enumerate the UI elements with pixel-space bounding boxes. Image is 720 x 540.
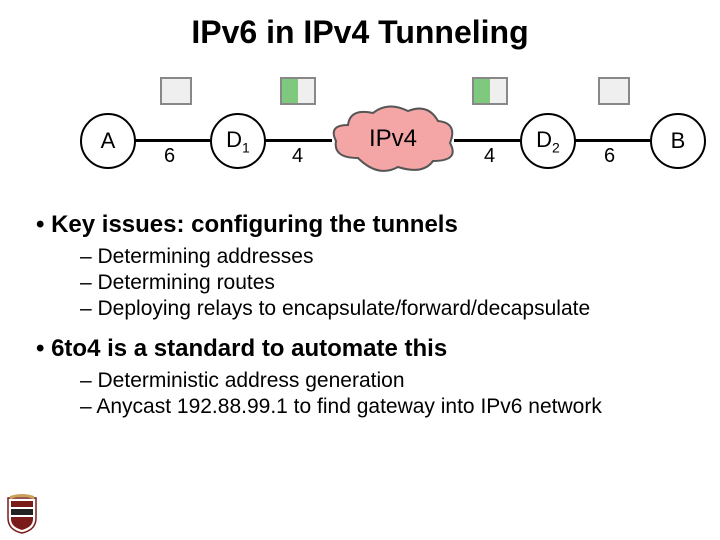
page-title: IPv6 in IPv4 Tunneling (30, 14, 690, 51)
node-a: A (80, 113, 136, 169)
sub-bullet: Determining routes (80, 271, 690, 295)
sub-bullet: Deploying relays to encapsulate/forward/… (80, 297, 690, 321)
sub-bullet-list: Deterministic address generation Anycast… (80, 369, 690, 419)
link-label: 4 (292, 145, 303, 168)
sub-bullet: Determining addresses (80, 245, 690, 269)
bullet-main: 6to4 is a standard to automate this (36, 335, 447, 362)
link-label: 6 (164, 145, 175, 168)
node-label: B (671, 128, 686, 154)
tunnel-diagram: A D1 IPv4 D2 B 6 4 4 6 (30, 73, 690, 183)
sub-bullet: Anycast 192.88.99.1 to find gateway into… (80, 395, 690, 419)
link (574, 139, 650, 142)
bullet-main: Key issues: configuring the tunnels (36, 211, 458, 238)
brown-crest-icon (6, 494, 38, 534)
packet-box-encap (472, 77, 508, 105)
node-d2: D2 (520, 113, 576, 169)
link (134, 139, 210, 142)
link-label: 6 (604, 145, 615, 168)
link-label: 4 (484, 145, 495, 168)
sub-bullet: Deterministic address generation (80, 369, 690, 393)
packet-box (160, 77, 192, 105)
packet-box (598, 77, 630, 105)
node-label: D1 (226, 127, 250, 155)
bullet-list: Key issues: configuring the tunnels Dete… (30, 211, 690, 419)
node-d1: D1 (210, 113, 266, 169)
packet-box-encap (280, 77, 316, 105)
sub-bullet-list: Determining addresses Determining routes… (80, 245, 690, 321)
cloud-label: IPv4 (328, 125, 458, 153)
slide: IPv6 in IPv4 Tunneling A D1 IPv4 D2 B 6 … (0, 0, 720, 540)
node-label: A (101, 128, 116, 154)
node-b: B (650, 113, 706, 169)
node-label: D2 (536, 127, 560, 155)
link (264, 139, 332, 142)
cloud-ipv4: IPv4 (328, 103, 458, 177)
link (454, 139, 520, 142)
